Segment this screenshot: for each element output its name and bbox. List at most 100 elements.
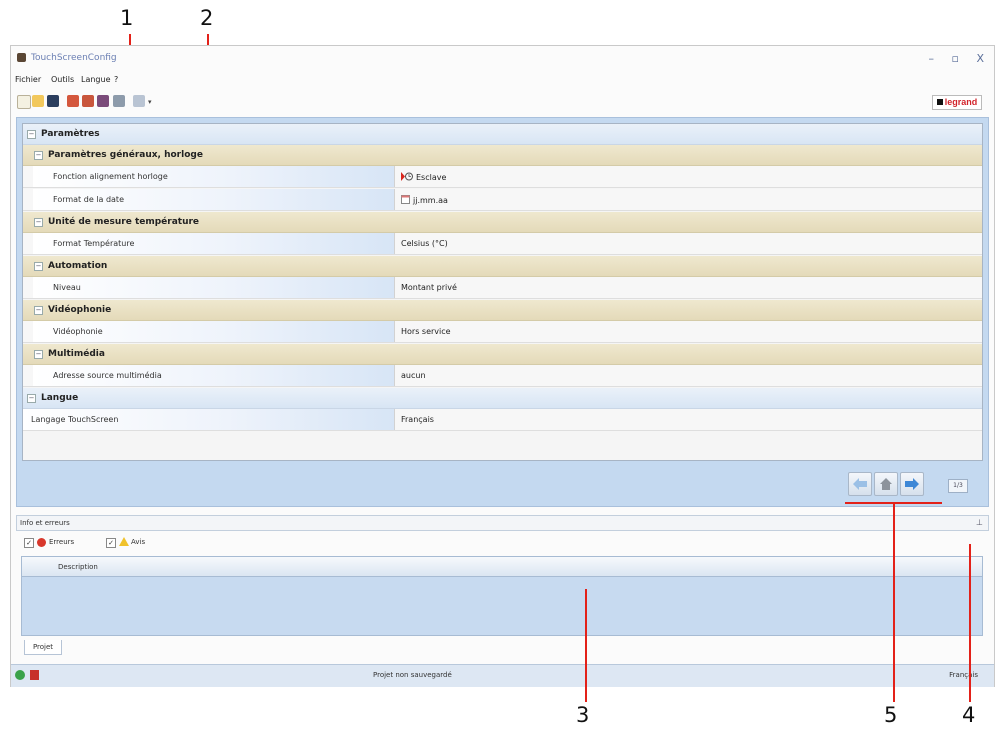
menu-outils[interactable]: Outils [51, 75, 74, 84]
collapse-icon[interactable]: − [34, 151, 43, 160]
callout-4: 4 [962, 703, 976, 727]
menu-fichier[interactable]: Fichier [15, 75, 41, 84]
save-status-icon [30, 670, 39, 680]
column-divider [394, 233, 395, 254]
back-button[interactable] [848, 472, 872, 496]
menu-help[interactable]: ? [114, 75, 118, 84]
info-panel-header: Info et erreurs ⊥ [16, 515, 989, 531]
property-row[interactable]: Format de la date jj.mm.aa [23, 189, 982, 211]
app-window: TouchScreenConfig – ▫ X Fichier Outils L… [10, 45, 995, 687]
menu-langue[interactable]: Langue [81, 75, 111, 84]
property-row[interactable]: Format Température Celsius (°C) [23, 233, 982, 255]
property-name: Fonction alignement horloge [53, 172, 168, 181]
collapse-icon[interactable]: − [27, 130, 36, 139]
grid-category-row[interactable]: − Paramètres généraux, horloge [23, 145, 982, 166]
window-title: TouchScreenConfig [31, 53, 117, 63]
property-value[interactable]: Celsius (°C) [401, 239, 448, 248]
column-divider [394, 365, 395, 386]
status-bar: Projet non sauvegardé Français [11, 664, 994, 687]
errors-checkbox[interactable]: ✓ [24, 538, 34, 548]
grid-category-row[interactable]: − Automation [23, 256, 982, 277]
property-name-cell: Niveau [33, 277, 394, 298]
home-icon [880, 478, 892, 490]
callout-5: 5 [884, 703, 898, 727]
callout-line-5 [893, 502, 895, 702]
send-icon[interactable] [67, 95, 79, 107]
main-panel: − Paramètres − Paramètres généraux, horloge… [16, 117, 989, 507]
property-row[interactable]: Fonction alignement horloge Esclave [23, 166, 982, 188]
property-name: Vidéophonie [53, 327, 103, 336]
tools-icon[interactable] [97, 95, 109, 107]
messages-list: Description [21, 556, 983, 636]
close-button[interactable]: X [976, 52, 984, 65]
collapse-icon[interactable]: − [34, 306, 43, 315]
property-value-text: Celsius (°C) [401, 239, 448, 248]
property-row[interactable]: Vidéophonie Hors service [23, 321, 982, 343]
grid-section-row[interactable]: − Paramètres [23, 124, 982, 145]
minimize-button[interactable]: – [929, 52, 935, 65]
title-bar: TouchScreenConfig – ▫ X [11, 46, 994, 70]
warnings-checkbox[interactable]: ✓ [106, 538, 116, 548]
property-row[interactable]: Langage TouchScreen Français [23, 409, 982, 431]
property-grid: − Paramètres − Paramètres généraux, horloge… [22, 123, 983, 461]
property-name-cell: Adresse source multimédia [33, 365, 394, 386]
collapse-icon[interactable]: − [34, 262, 43, 271]
column-divider [394, 409, 395, 430]
errors-filter-label: Erreurs [49, 538, 75, 546]
view-grid-icon[interactable] [133, 95, 145, 107]
category-label: Paramètres généraux, horloge [48, 150, 203, 160]
property-value-text: aucun [401, 371, 426, 380]
grid-category-row[interactable]: − Unité de mesure température [23, 212, 982, 233]
property-value-text: Français [401, 415, 434, 424]
status-message: Projet non sauvegardé [373, 671, 452, 679]
description-column-header[interactable]: Description [22, 557, 982, 577]
property-row[interactable]: Niveau Montant privé [23, 277, 982, 299]
tab-projet[interactable]: Projet [24, 640, 62, 655]
property-value[interactable]: Français [401, 415, 434, 424]
property-value[interactable]: Esclave [401, 172, 446, 183]
column-divider [394, 321, 395, 342]
error-icon [37, 538, 46, 547]
category-label: Vidéophonie [48, 305, 112, 315]
property-value-text: Hors service [401, 327, 451, 336]
home-button[interactable] [874, 472, 898, 496]
page-indicator: 1/3 [948, 479, 968, 493]
status-ok-icon [15, 670, 25, 680]
receive-icon[interactable] [82, 95, 94, 107]
property-value-text: Montant privé [401, 283, 457, 292]
clock-slave-icon [401, 172, 413, 183]
collapse-icon[interactable]: − [34, 350, 43, 359]
column-divider [394, 277, 395, 298]
collapse-icon[interactable]: − [34, 218, 43, 227]
info-panel-title: Info et erreurs [20, 519, 70, 527]
forward-button[interactable] [900, 472, 924, 496]
callout-2: 2 [200, 6, 214, 30]
status-language: Français [949, 671, 978, 679]
property-name-cell: Vidéophonie [33, 321, 394, 342]
grid-section-row[interactable]: − Langue [23, 388, 982, 409]
property-value[interactable]: aucun [401, 371, 426, 380]
property-value[interactable]: Montant privé [401, 283, 457, 292]
property-name-cell: Fonction alignement horloge [33, 166, 394, 187]
device-icon[interactable] [113, 95, 125, 107]
filter-bar: ✓ Erreurs ✓ Avis [16, 532, 989, 554]
warning-icon [119, 537, 129, 546]
pin-icon[interactable]: ⊥ [976, 518, 983, 527]
maximize-button[interactable]: ▫ [952, 52, 959, 65]
property-value[interactable]: jj.mm.aa [401, 195, 448, 206]
collapse-icon[interactable]: − [27, 394, 36, 403]
property-value[interactable]: Hors service [401, 327, 451, 336]
grid-category-row[interactable]: − Multimédia [23, 344, 982, 365]
new-file-icon[interactable] [17, 95, 31, 109]
property-value-text: jj.mm.aa [413, 196, 448, 205]
property-row[interactable]: Adresse source multimédia aucun [23, 365, 982, 387]
save-icon[interactable] [47, 95, 59, 107]
grid-category-row[interactable]: − Vidéophonie [23, 300, 982, 321]
property-name-cell: Format Température [33, 233, 394, 254]
callout-line-3 [585, 589, 587, 702]
chevron-down-icon[interactable]: ▾ [148, 98, 152, 106]
open-folder-icon[interactable] [32, 95, 44, 107]
description-header-label: Description [58, 563, 98, 571]
category-label: Langue [41, 393, 79, 403]
navigation-bar: 1/3 [17, 463, 988, 506]
